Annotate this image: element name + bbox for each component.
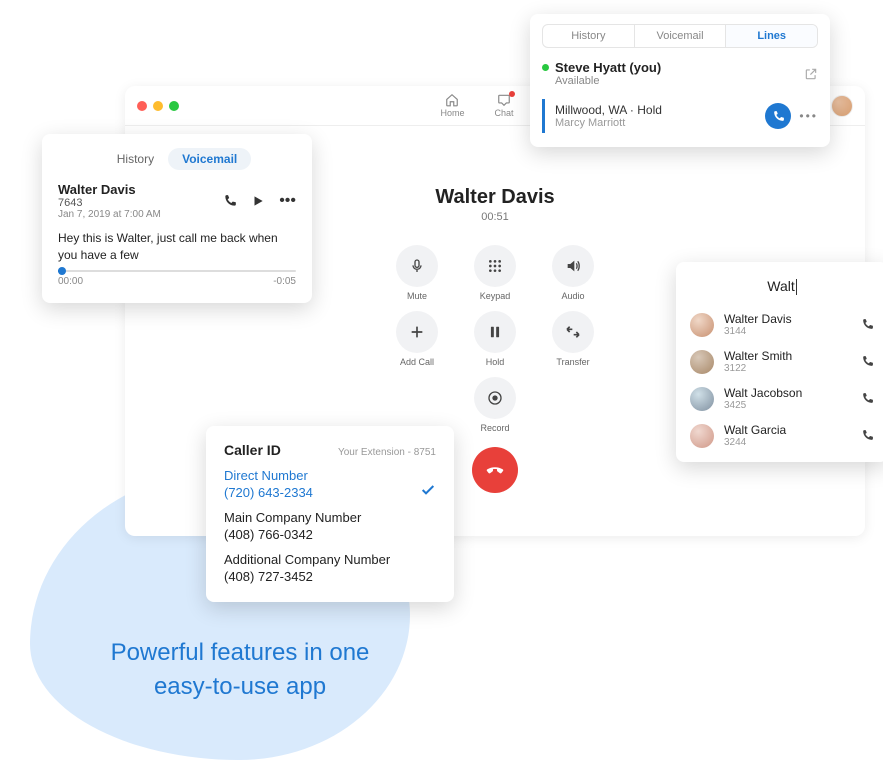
voicemail-panel: History Voicemail Walter Davis 7643 Jan … — [42, 134, 312, 303]
cid-number: (720) 643-2334 — [224, 485, 436, 500]
cid-label: Main Company Number — [224, 510, 436, 525]
vm-caller-ext: 7643 — [58, 197, 223, 209]
search-result[interactable]: Walt Garcia 3244 — [676, 417, 883, 454]
keypad-button[interactable] — [474, 245, 516, 287]
search-result[interactable]: Walt Jacobson 3425 — [676, 380, 883, 417]
user-avatar[interactable] — [831, 95, 853, 117]
transfer-label: Transfer — [556, 357, 589, 367]
mute-button[interactable] — [396, 245, 438, 287]
caller-id-title: Caller ID — [224, 442, 281, 458]
nav-home-label: Home — [440, 108, 464, 118]
transfer-icon — [564, 324, 582, 340]
call-icon[interactable] — [861, 355, 874, 368]
vm-caller-name: Walter Davis — [58, 182, 223, 197]
window-close-icon[interactable] — [137, 101, 147, 111]
chat-badge-icon — [509, 91, 515, 97]
vm-scrubber[interactable] — [58, 270, 296, 272]
popout-icon[interactable] — [804, 67, 818, 81]
avatar — [690, 350, 714, 374]
audio-label: Audio — [561, 291, 584, 301]
add-call-label: Add Call — [400, 357, 434, 367]
active-line-row[interactable]: Millwood, WA · Hold Marcy Marriott ••• — [542, 99, 818, 133]
hangup-icon — [484, 459, 506, 481]
hold-label: Hold — [486, 357, 505, 367]
record-label: Record — [480, 423, 509, 433]
cid-number: (408) 766-0342 — [224, 527, 436, 542]
check-icon — [420, 482, 436, 498]
active-call-name: Walter Davis — [387, 186, 603, 209]
record-icon — [487, 390, 503, 406]
self-name: Steve Hyatt (you) — [555, 60, 661, 75]
search-input[interactable]: Walt — [767, 278, 796, 295]
mute-icon — [409, 258, 425, 274]
result-name: Walter Davis — [724, 312, 851, 326]
vm-call-icon[interactable] — [223, 194, 237, 208]
play-icon[interactable] — [251, 194, 265, 208]
add-call-button[interactable] — [396, 311, 438, 353]
call-icon[interactable] — [861, 318, 874, 331]
nav-home[interactable]: Home — [440, 93, 464, 118]
vm-date: Jan 7, 2019 at 7:00 AM — [58, 209, 223, 220]
caller-id-option-main[interactable]: Main Company Number (408) 766-0342 — [224, 510, 436, 542]
presence-dot-icon — [542, 64, 549, 71]
lines-panel: History Voicemail Lines Steve Hyatt (you… — [530, 14, 830, 147]
caller-id-panel: Caller ID Your Extension - 8751 Direct N… — [206, 426, 454, 602]
caller-id-extension: Your Extension - 8751 — [338, 447, 436, 458]
phone-icon — [772, 110, 785, 123]
tab-history[interactable]: History — [103, 148, 168, 170]
vm-time-remaining: -0:05 — [273, 276, 296, 287]
vm-more-icon[interactable]: ••• — [279, 193, 296, 209]
lines-tab-voicemail[interactable]: Voicemail — [635, 25, 727, 47]
caller-id-option-direct[interactable]: Direct Number (720) 643-2334 — [224, 468, 436, 500]
result-ext: 3425 — [724, 400, 851, 411]
result-ext: 3244 — [724, 437, 851, 448]
hold-button[interactable] — [474, 311, 516, 353]
self-status: Available — [555, 75, 661, 87]
avatar — [690, 424, 714, 448]
window-minimize-icon[interactable] — [153, 101, 163, 111]
result-name: Walt Jacobson — [724, 386, 851, 400]
result-name: Walter Smith — [724, 349, 851, 363]
nav-chat-label: Chat — [494, 108, 513, 118]
caller-id-option-additional[interactable]: Additional Company Number (408) 727-3452 — [224, 552, 436, 584]
record-button[interactable] — [474, 377, 516, 419]
lines-tab-lines[interactable]: Lines — [726, 25, 817, 47]
home-icon — [444, 93, 460, 107]
tab-voicemail[interactable]: Voicemail — [168, 148, 251, 170]
hangup-button[interactable] — [472, 447, 518, 493]
cid-number: (408) 727-3452 — [224, 569, 436, 584]
window-zoom-icon[interactable] — [169, 101, 179, 111]
keypad-label: Keypad — [480, 291, 511, 301]
vm-time-elapsed: 00:00 — [58, 276, 83, 287]
contact-search-panel: Walt Walter Davis 3144 Walter Smith 3122… — [676, 262, 883, 462]
vm-transcript: Hey this is Walter, just call me back wh… — [58, 230, 296, 264]
cid-label: Direct Number — [224, 468, 436, 483]
mute-label: Mute — [407, 291, 427, 301]
line-location: Millwood, WA · Hold — [555, 103, 765, 117]
line-caller: Marcy Marriott — [555, 117, 765, 129]
active-call-duration: 00:51 — [387, 211, 603, 223]
result-ext: 3144 — [724, 326, 851, 337]
cid-label: Additional Company Number — [224, 552, 436, 567]
avatar — [690, 313, 714, 337]
nav-chat[interactable]: Chat — [494, 93, 513, 118]
search-result[interactable]: Walter Smith 3122 — [676, 343, 883, 380]
line-more-icon[interactable]: ••• — [799, 109, 818, 123]
call-icon[interactable] — [861, 392, 874, 405]
search-result[interactable]: Walter Davis 3144 — [676, 306, 883, 343]
hero-tagline: Powerful features in one easy-to-use app — [100, 636, 380, 703]
keypad-icon — [487, 258, 503, 274]
line-answer-button[interactable] — [765, 103, 791, 129]
audio-button[interactable] — [552, 245, 594, 287]
pause-icon — [488, 325, 502, 339]
lines-tab-history[interactable]: History — [543, 25, 635, 47]
transfer-button[interactable] — [552, 311, 594, 353]
speaker-icon — [565, 258, 581, 274]
call-icon[interactable] — [861, 429, 874, 442]
result-name: Walt Garcia — [724, 423, 851, 437]
result-ext: 3122 — [724, 363, 851, 374]
plus-icon — [409, 324, 425, 340]
avatar — [690, 387, 714, 411]
